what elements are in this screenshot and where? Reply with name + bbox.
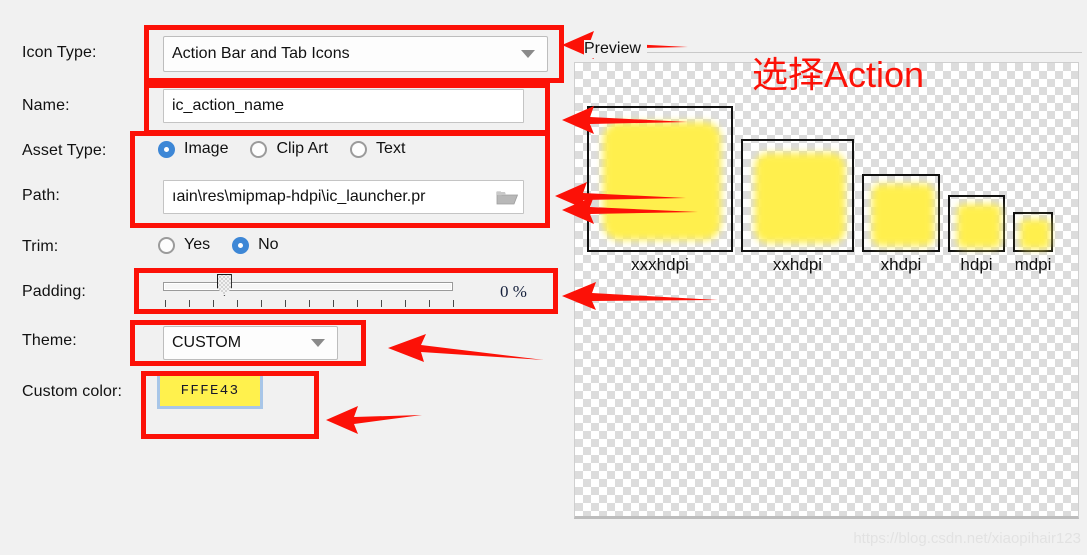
density-preview-xxhdpi: xxhdpi — [737, 139, 858, 275]
radio-unselected-icon[interactable] — [250, 140, 268, 158]
slider-tick — [237, 300, 238, 307]
density-label: xhdpi — [880, 255, 922, 274]
path-value: ıain\res\mipmap-hdpi\ic_launcher.pr — [172, 188, 426, 205]
slider-tick — [309, 300, 310, 307]
asset-type-radio-group: Image Clip Art Text — [158, 140, 427, 158]
theme-dropdown[interactable]: CUSTOM — [163, 326, 338, 360]
slider-tick — [213, 300, 214, 307]
density-label: mdpi — [1014, 255, 1052, 274]
icon-settings-panel: Icon Type: Name: Asset Type: Path: Trim:… — [0, 0, 572, 555]
chevron-down-icon — [521, 50, 535, 58]
asset-type-option-clip-art[interactable]: Clip Art — [250, 140, 328, 158]
trim-label: Trim: — [22, 238, 59, 255]
custom-color-label: Custom color: — [22, 383, 122, 400]
custom-color-hex: FFFE43 — [180, 383, 240, 399]
radio-selected-icon[interactable] — [158, 140, 175, 158]
path-input[interactable]: ıain\res\mipmap-hdpi\ic_launcher.pr — [163, 180, 524, 214]
density-label: hdpi — [960, 255, 993, 274]
density-label: xxhdpi — [772, 255, 823, 274]
trim-option-yes[interactable]: Yes — [158, 236, 210, 254]
slider-tick — [261, 300, 262, 307]
radio-selected-icon[interactable] — [232, 236, 250, 254]
asset-type-label: Asset Type: — [22, 142, 107, 159]
theme-label: Theme: — [22, 332, 77, 349]
density-frame — [741, 139, 854, 252]
density-preview-hdpi: hdpi — [944, 195, 1009, 275]
density-preview-xhdpi: xhdpi — [858, 174, 944, 275]
name-value: ic_action_name — [172, 97, 285, 114]
folder-browse-icon[interactable] — [496, 189, 519, 206]
density-icon-image — [956, 203, 1001, 248]
density-icon-image — [754, 152, 845, 243]
chevron-down-icon — [311, 339, 325, 347]
density-frame — [587, 106, 733, 252]
padding-slider[interactable] — [163, 272, 463, 312]
slider-tick — [357, 300, 358, 307]
density-frame — [948, 195, 1005, 252]
trim-option-no[interactable]: No — [232, 236, 279, 254]
custom-color-swatch[interactable]: FFFE43 — [157, 373, 263, 409]
density-frame — [1013, 212, 1053, 252]
slider-tick — [333, 300, 334, 307]
theme-value: CUSTOM — [172, 334, 242, 351]
density-icon-image — [1020, 219, 1050, 249]
density-frame — [862, 174, 940, 252]
slider-tick — [189, 300, 190, 307]
asset-type-option-image[interactable]: Image — [158, 140, 228, 158]
preview-canvas: xxxhdpi xxhdpi xhdpi hdpi mdpi — [574, 62, 1079, 519]
radio-unselected-icon[interactable] — [350, 140, 368, 158]
slider-tick-marks — [165, 300, 455, 308]
slider-tick — [285, 300, 286, 307]
slider-tick — [381, 300, 382, 307]
slider-tick — [429, 300, 430, 307]
slider-track[interactable] — [163, 282, 453, 291]
preview-title: Preview — [584, 40, 647, 58]
radio-unselected-icon[interactable] — [158, 236, 175, 254]
slider-tick — [165, 300, 166, 307]
trim-radio-group: Yes No — [158, 236, 301, 254]
path-label: Path: — [22, 187, 60, 204]
name-label: Name: — [22, 97, 70, 114]
density-icon-image — [872, 184, 934, 246]
slider-tick — [405, 300, 406, 307]
annotation-chinese-note: 选择Action — [752, 54, 925, 95]
name-input[interactable]: ic_action_name — [163, 89, 524, 123]
density-preview-mdpi: mdpi — [1009, 212, 1057, 275]
density-preview-xxxhdpi: xxxhdpi — [583, 106, 737, 275]
padding-label: Padding: — [22, 283, 86, 300]
slider-tick — [453, 300, 454, 307]
density-label: xxxhdpi — [631, 255, 689, 274]
density-icon-image — [603, 122, 721, 240]
icon-type-value: Action Bar and Tab Icons — [172, 45, 350, 62]
asset-type-option-text[interactable]: Text — [350, 140, 405, 158]
icon-type-label: Icon Type: — [22, 44, 97, 61]
watermark: https://blog.csdn.net/xiaopihair123 — [853, 530, 1081, 547]
icon-type-dropdown[interactable]: Action Bar and Tab Icons — [163, 36, 548, 72]
padding-value: 0 % — [500, 282, 527, 301]
slider-thumb[interactable] — [216, 274, 232, 296]
